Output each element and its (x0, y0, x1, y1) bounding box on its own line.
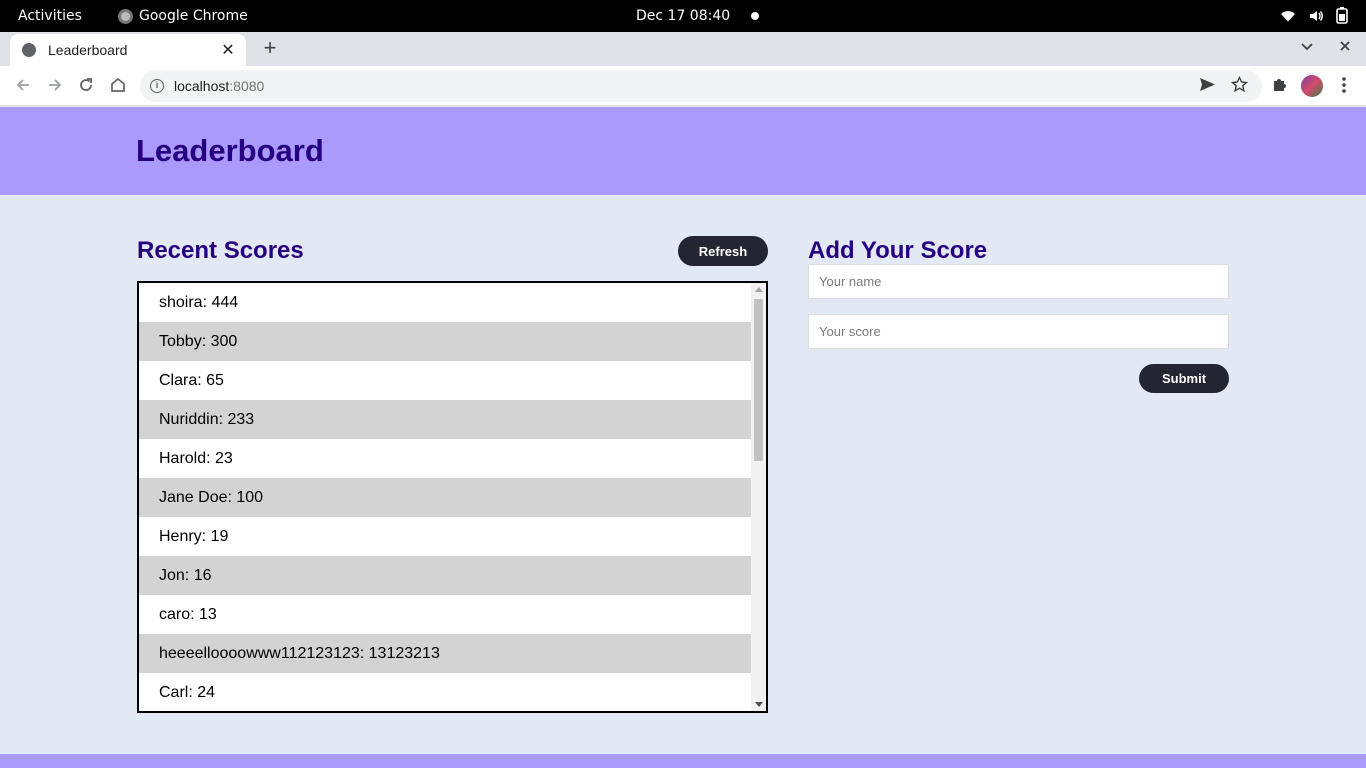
extensions-icon[interactable] (1271, 76, 1288, 93)
more-menu-icon[interactable] (1336, 76, 1352, 94)
activities-button[interactable]: Activities (18, 8, 82, 24)
scroll-up-icon[interactable] (755, 287, 763, 292)
back-icon[interactable] (14, 76, 32, 94)
close-tab-icon[interactable]: ✕ (220, 40, 236, 60)
tab-strip: Leaderboard ✕ + (0, 32, 1366, 66)
name-input[interactable] (808, 264, 1229, 299)
app-menu[interactable]: Google Chrome (118, 8, 248, 24)
refresh-button[interactable]: Refresh (678, 236, 768, 266)
score-row: shoira: 444 (159, 294, 239, 311)
reload-icon[interactable] (77, 76, 95, 94)
volume-icon (1310, 10, 1323, 21)
scores-scrollbar[interactable] (751, 283, 766, 711)
forward-icon[interactable] (46, 76, 64, 94)
submit-button[interactable]: Submit (1139, 364, 1229, 393)
battery-icon (1336, 7, 1348, 24)
system-top-bar: Activities Google Chrome Dec 17 08:40 (0, 0, 1366, 32)
new-tab-button[interactable]: + (260, 37, 280, 59)
score-row: Harold: 23 (159, 450, 233, 467)
browser-toolbar: i localhost:8080 (0, 66, 1366, 106)
profile-avatar[interactable] (1301, 75, 1323, 97)
score-row: Carl: 24 (159, 684, 216, 701)
globe-icon (22, 43, 36, 57)
clock[interactable]: Dec 17 08:40 (636, 8, 730, 24)
notification-dot-icon (751, 12, 759, 20)
app-name: Google Chrome (139, 8, 248, 24)
system-tray[interactable] (1280, 7, 1348, 24)
address-bar[interactable]: i localhost:8080 (140, 70, 1262, 102)
tab-leaderboard[interactable]: Leaderboard ✕ (10, 34, 246, 66)
page: Leaderboard Recent Scores Refresh shoira… (0, 107, 1366, 768)
page-title: Leaderboard (136, 133, 324, 168)
site-info-icon[interactable]: i (150, 79, 164, 93)
close-window-icon[interactable] (1338, 39, 1352, 53)
page-footer (0, 754, 1366, 768)
score-row: caro: 13 (159, 606, 217, 623)
send-icon[interactable] (1199, 76, 1216, 93)
home-icon[interactable] (109, 76, 127, 94)
recent-scores-title: Recent Scores (137, 237, 304, 264)
page-header: Leaderboard (0, 107, 1366, 195)
bookmark-star-icon[interactable] (1231, 76, 1248, 93)
url-host: localhost (174, 78, 230, 94)
tab-search-chevron-icon[interactable] (1300, 39, 1314, 53)
tab-title: Leaderboard (48, 42, 128, 58)
window-controls (1300, 39, 1352, 53)
url-port: :8080 (229, 78, 265, 94)
score-row: Clara: 65 (159, 372, 224, 389)
add-score-title: Add Your Score (808, 237, 988, 264)
score-row: Tobby: 300 (139, 322, 751, 361)
score-row: Jane Doe: 100 (139, 478, 751, 517)
scores-list-box[interactable]: shoira: 444 Tobby: 300 Clara: 65 Nuriddin: … (137, 281, 768, 713)
scores-list: shoira: 444 Tobby: 300 Clara: 65 Nuriddin: … (139, 283, 751, 711)
score-row: Henry: 19 (159, 528, 229, 545)
wifi-icon (1281, 10, 1295, 21)
score-row: Jon: 16 (139, 556, 751, 595)
chrome-icon (118, 8, 133, 24)
score-input[interactable] (808, 314, 1229, 349)
score-row: heeeelloooowww112123123: 13123213 (139, 634, 751, 673)
scroll-down-icon[interactable] (755, 702, 763, 707)
score-row: Nuriddin: 233 (139, 400, 751, 439)
scroll-thumb[interactable] (754, 299, 763, 461)
